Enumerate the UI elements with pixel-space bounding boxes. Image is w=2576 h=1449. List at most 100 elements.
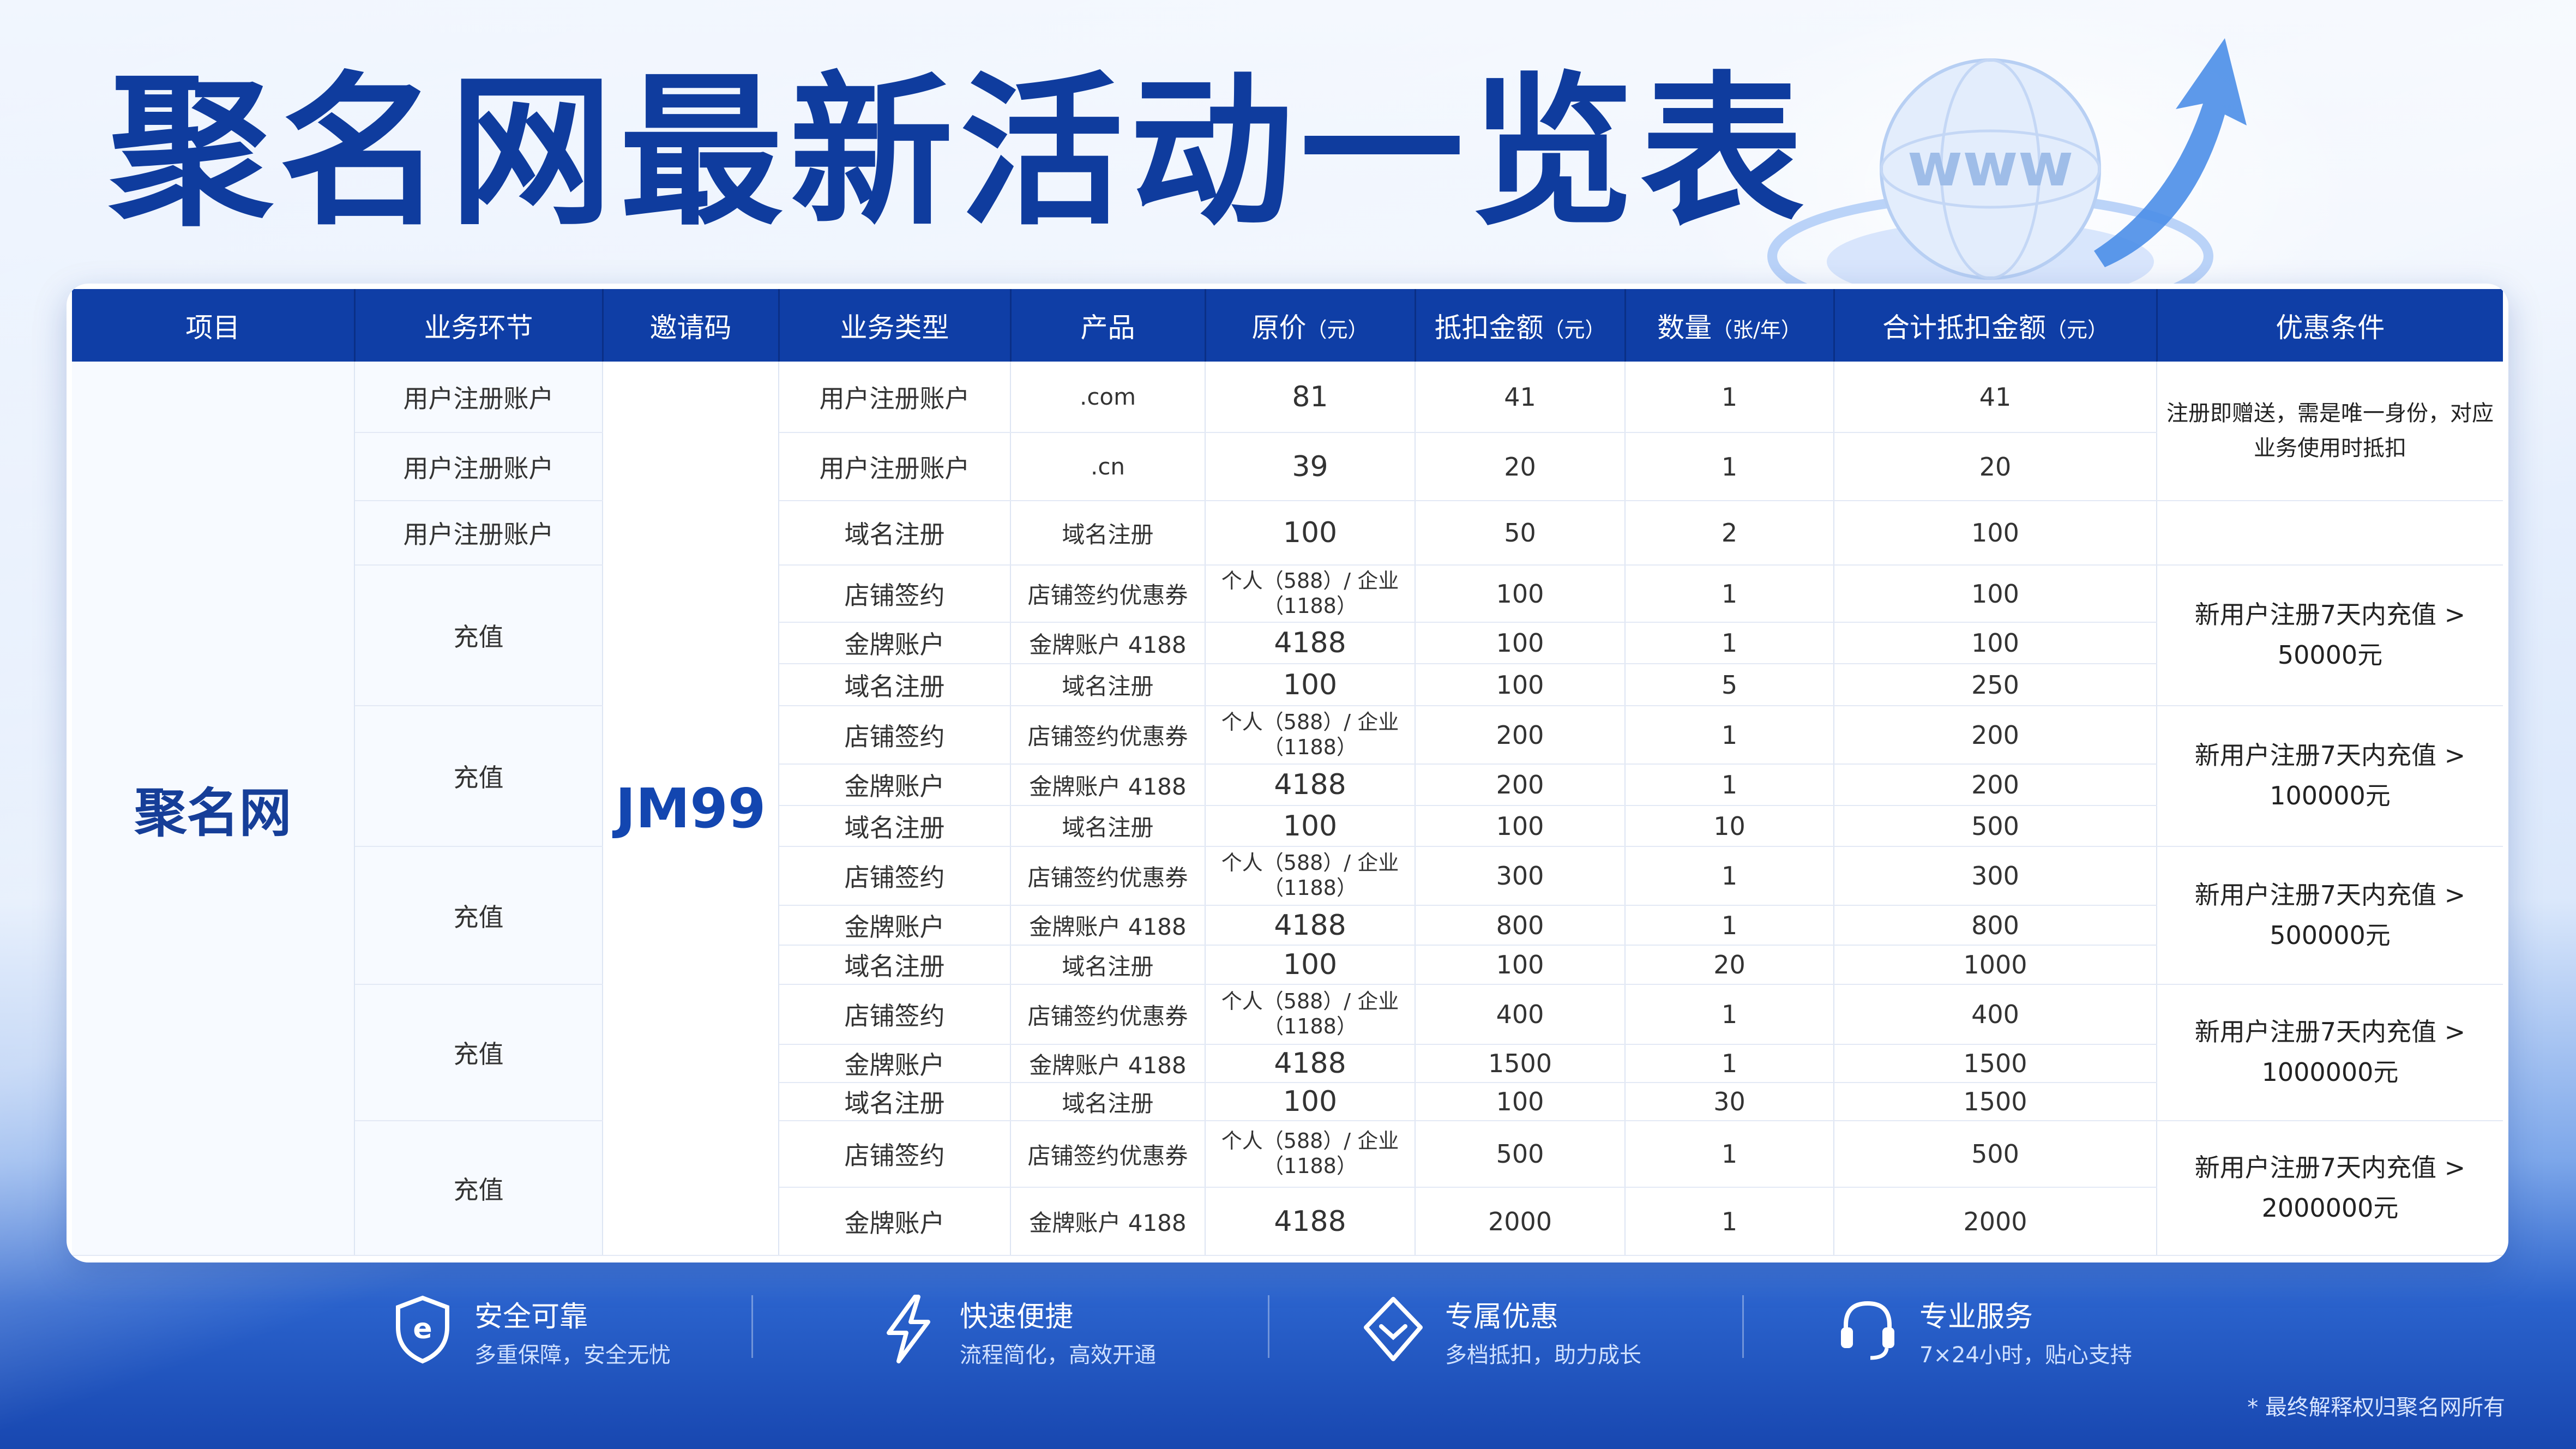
discount-cell: 800 <box>1415 905 1626 946</box>
page-title: 聚名网最新活动一览表 <box>109 57 1810 248</box>
svg-text:e: e <box>413 1313 432 1345</box>
feature-desc: 7×24小时，贴心支持 <box>1919 1343 2132 1368</box>
price-cell: 100 <box>1205 945 1416 985</box>
discount-cell: 300 <box>1415 846 1626 906</box>
col-header-invite-code: 邀请码 <box>603 289 780 362</box>
total-cell: 200 <box>1834 764 2157 806</box>
feature-desc: 多档抵扣，助力成长 <box>1445 1343 1641 1368</box>
stage-cell: 充值 <box>354 1121 603 1256</box>
discount-cell: 41 <box>1415 362 1626 433</box>
product-cell: 金牌账户 4188 <box>1010 905 1206 946</box>
price-cell: 4188 <box>1205 622 1416 664</box>
table-row: 充值 店铺签约 店铺签约优惠券 个人（588）/ 企业（1188） 500 1 … <box>72 1121 2503 1256</box>
price-cell: 100 <box>1205 501 1416 566</box>
price-cell: 4188 <box>1205 764 1416 806</box>
lightning-icon <box>887 1295 930 1363</box>
table-row: 用户注册账户 域名注册 域名注册 100 50 2 100 <box>72 501 2503 566</box>
discount-cell: 500 <box>1415 1121 1626 1188</box>
quantity-cell: 1 <box>1625 432 1834 501</box>
table-row: 聚名网 用户注册账户 JM99 用户注册账户 .com 81 41 1 41 注… <box>72 362 2503 1256</box>
table-row: 充值 店铺签约 店铺签约优惠券 个人（588）/ 企业（1188） 400 1 … <box>72 984 2503 1121</box>
footnote: * 最终解释权归聚名网所有 <box>2247 1395 2505 1420</box>
price-cell: 39 <box>1205 432 1416 501</box>
table-row: 充值 店铺签约 店铺签约优惠券 个人（588）/ 企业（1188） 300 1 … <box>72 846 2503 985</box>
price-cell: 个人（588）/ 企业（1188） <box>1205 565 1416 623</box>
feature-title: 快速便捷 <box>960 1301 1074 1333</box>
product-cell: .cn <box>1010 432 1206 501</box>
total-cell: 100 <box>1834 622 2157 664</box>
condition-cell: 新用户注册7天内充值 > 1000000元 <box>2157 984 2503 1121</box>
product-cell: 金牌账户 4188 <box>1010 764 1206 806</box>
product-cell: 域名注册 <box>1010 664 1206 706</box>
table-header-row: 项目 业务环节 邀请码 业务类型 产品 原价（元） 抵扣金额（元） 数量（张/年… <box>72 289 2503 362</box>
type-cell: 用户注册账户 <box>779 432 1011 501</box>
quantity-cell: 2 <box>1625 501 1834 566</box>
type-cell: 域名注册 <box>779 945 1011 985</box>
type-cell: 用户注册账户 <box>779 362 1011 433</box>
type-cell: 域名注册 <box>779 501 1011 566</box>
feature-divider <box>1742 1295 1744 1358</box>
type-cell: 金牌账户 <box>779 905 1011 946</box>
discount-cell: 200 <box>1415 764 1626 806</box>
discount-cell: 1500 <box>1415 1044 1626 1083</box>
product-cell: 店铺签约优惠券 <box>1010 846 1206 906</box>
quantity-cell: 10 <box>1625 805 1834 847</box>
price-cell: 4188 <box>1205 905 1416 946</box>
product-cell: 店铺签约优惠券 <box>1010 984 1206 1045</box>
product-cell: 域名注册 <box>1010 1083 1206 1121</box>
total-cell: 800 <box>1834 905 2157 946</box>
www-text: www <box>1907 130 2074 200</box>
col-header-total: 合计抵扣金额（元） <box>1834 289 2158 362</box>
product-cell: 域名注册 <box>1010 945 1206 985</box>
price-cell: 个人（588）/ 企业（1188） <box>1205 1121 1416 1188</box>
total-cell: 1500 <box>1834 1044 2157 1083</box>
total-cell: 500 <box>1834 1121 2157 1188</box>
type-cell: 店铺签约 <box>779 706 1011 765</box>
product-cell: 金牌账户 4188 <box>1010 1044 1206 1083</box>
feature-desc: 流程简化，高效开通 <box>960 1343 1156 1368</box>
product-cell: .com <box>1010 362 1206 433</box>
type-cell: 店铺签约 <box>779 565 1011 623</box>
stage-cell: 充值 <box>354 565 603 706</box>
feature-bar: e 安全可靠 多重保障，安全无忧 快速便捷 流程简化，高效开通 专属优惠 多档抵… <box>0 1276 2576 1385</box>
total-cell: 100 <box>1834 565 2157 623</box>
total-cell: 400 <box>1834 984 2157 1045</box>
discount-cell: 100 <box>1415 664 1626 706</box>
condition-cell: 注册即赠送，需是唯一身份，对应业务使用时抵扣 <box>2157 362 2503 501</box>
total-cell: 41 <box>1834 362 2157 433</box>
col-header-project: 项目 <box>72 289 356 362</box>
stage-cell: 充值 <box>354 984 603 1121</box>
discount-cell: 20 <box>1415 432 1626 501</box>
feature-title: 专业服务 <box>1919 1301 2033 1333</box>
type-cell: 域名注册 <box>779 805 1011 847</box>
total-cell: 20 <box>1834 432 2157 501</box>
stage-cell: 充值 <box>354 846 603 985</box>
price-cell: 4188 <box>1205 1187 1416 1256</box>
price-cell: 个人（588）/ 企业（1188） <box>1205 846 1416 906</box>
price-cell: 100 <box>1205 805 1416 847</box>
discount-cell: 100 <box>1415 805 1626 847</box>
feature-speed: 快速便捷 流程简化，高效开通 <box>878 1288 1205 1370</box>
feature-discount: 专属优惠 多档抵扣，助力成长 <box>1363 1288 1690 1370</box>
total-cell: 100 <box>1834 501 2157 566</box>
product-cell: 域名注册 <box>1010 805 1206 847</box>
condition-cell: 新用户注册7天内充值 > 50000元 <box>2157 565 2503 706</box>
total-cell: 1500 <box>1834 1083 2157 1121</box>
table-row: 充值 店铺签约 店铺签约优惠券 个人（588）/ 企业（1188） 200 1 … <box>72 706 2503 847</box>
quantity-cell: 1 <box>1625 905 1834 946</box>
type-cell: 金牌账户 <box>779 622 1011 664</box>
price-cell: 个人（588）/ 企业（1188） <box>1205 984 1416 1045</box>
condition-cell: 新用户注册7天内充值 > 100000元 <box>2157 706 2503 847</box>
col-header-product: 产品 <box>1010 289 1206 362</box>
type-cell: 金牌账户 <box>779 1044 1011 1083</box>
product-cell: 域名注册 <box>1010 501 1206 566</box>
quantity-cell: 1 <box>1625 1044 1834 1083</box>
headset-icon <box>1841 1301 1894 1360</box>
total-cell: 300 <box>1834 846 2157 906</box>
product-cell: 店铺签约优惠券 <box>1010 565 1206 623</box>
total-cell: 2000 <box>1834 1187 2157 1256</box>
quantity-cell: 1 <box>1625 764 1834 806</box>
product-cell: 店铺签约优惠券 <box>1010 1121 1206 1188</box>
table-row: 用户注册账户 用户注册账户 .cn 39 20 1 20 <box>72 432 2503 501</box>
total-cell: 1000 <box>1834 945 2157 985</box>
